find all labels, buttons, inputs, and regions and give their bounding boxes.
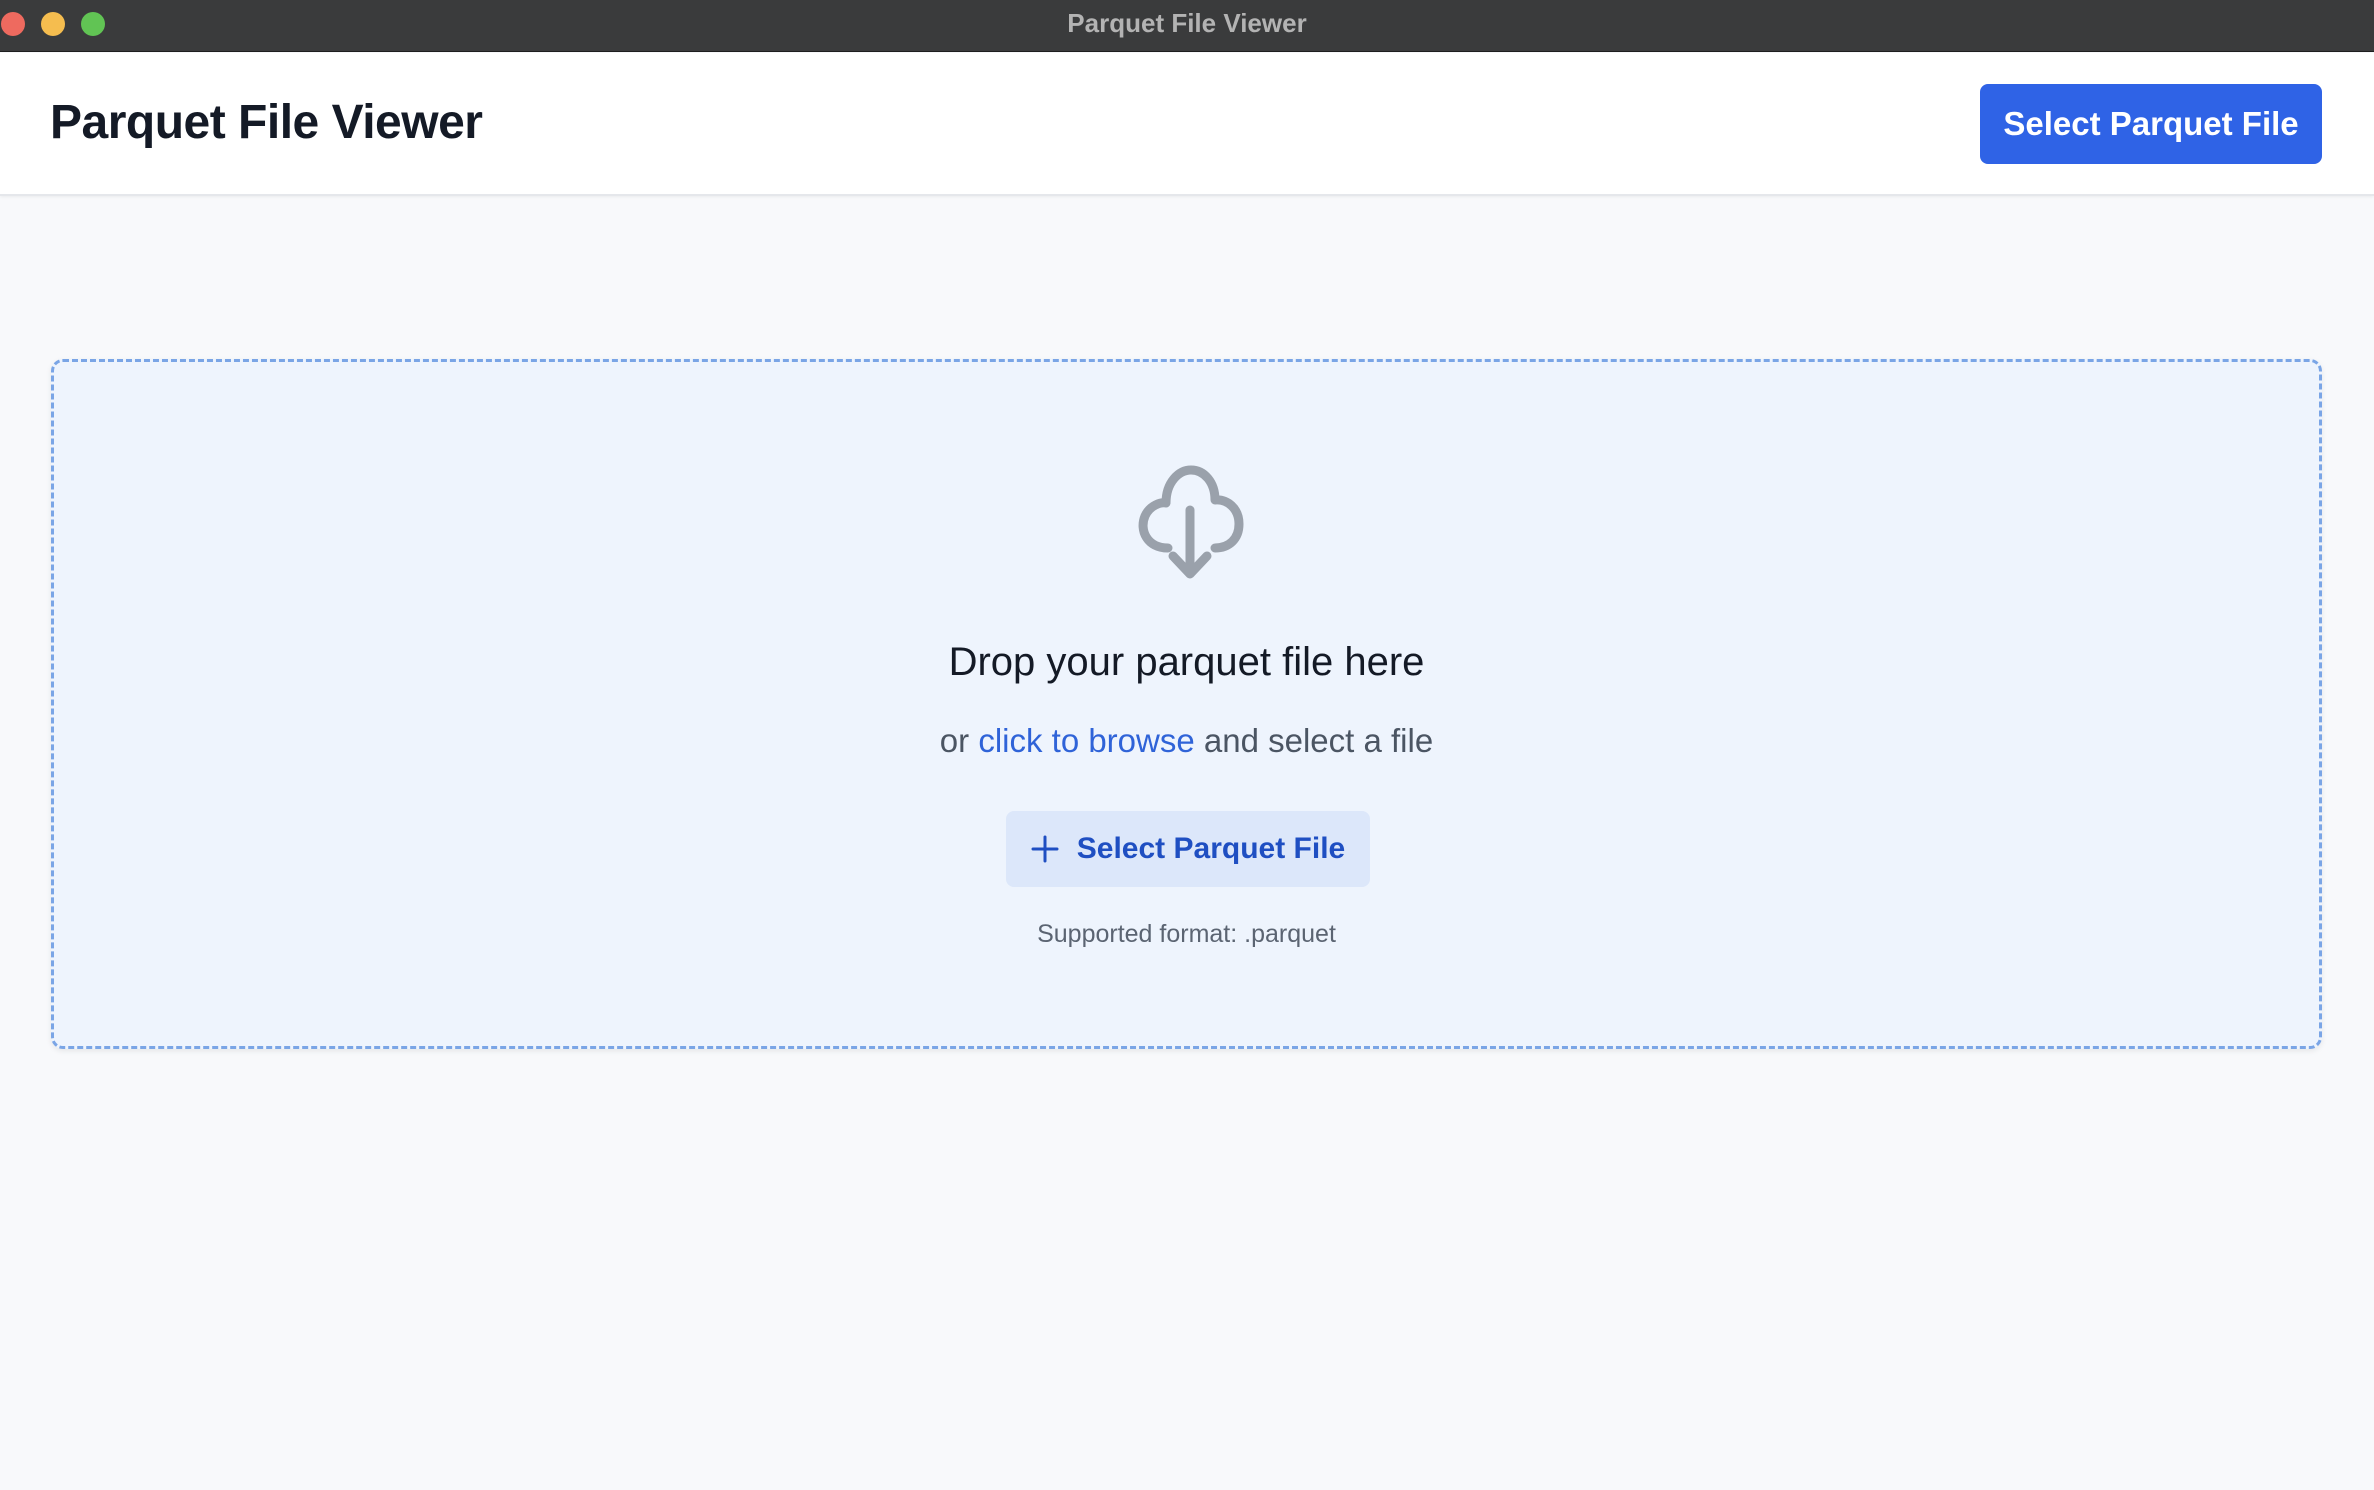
select-parquet-file-button[interactable]: Select Parquet File: [1980, 84, 2322, 164]
dropzone-heading: Drop your parquet file here: [948, 640, 1425, 684]
cloud-download-icon: [1138, 465, 1244, 579]
dropzone-subtitle-prefix: or: [939, 722, 970, 759]
plus-icon: [1031, 835, 1059, 863]
supported-format-note: Supported format: .parquet: [1037, 920, 1336, 948]
browse-link[interactable]: click to browse: [978, 722, 1194, 759]
dropzone-select-file-button[interactable]: Select Parquet File: [1006, 811, 1370, 887]
dropzone-subtitle: or click to browse and select a file: [54, 722, 2319, 760]
window-title: Parquet File Viewer: [1067, 8, 1307, 38]
window-titlebar: Parquet File Viewer: [0, 0, 2374, 52]
dropzone-select-file-label: Select Parquet File: [1076, 832, 1346, 865]
dropzone-subtitle-suffix: and select a file: [1203, 722, 1434, 759]
app-header: Parquet File Viewer Select Parquet File: [0, 53, 2374, 196]
file-dropzone[interactable]: Drop your parquet file here or click to …: [51, 359, 2322, 1049]
page-title: Parquet File Viewer: [50, 96, 483, 149]
